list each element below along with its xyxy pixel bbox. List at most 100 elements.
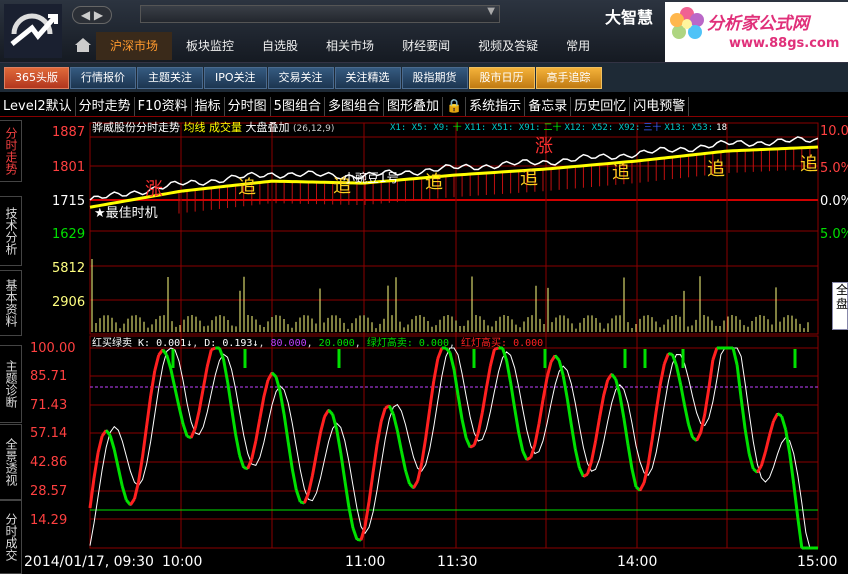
signal-label: 追 (238, 177, 256, 198)
ma-label: X1: X5: X9: (390, 123, 450, 133)
ma-label: 十 (452, 123, 462, 133)
kd-color-segment (149, 370, 157, 397)
kd-color-segment (618, 394, 626, 419)
chart-area[interactable]: 1887 1801 1715 1629 5812 2906 10.0% 5.0% 0.0% 5.0… (0, 0, 848, 574)
kd-color-segment (319, 416, 327, 433)
kd-color-segment (254, 418, 262, 442)
kd-color-segment (739, 398, 747, 430)
signal-label: 追 (425, 172, 443, 193)
kd-color-segment (258, 396, 266, 419)
kd-color-segment (703, 388, 711, 415)
kd-color-segment (404, 469, 411, 485)
price-axis-label: 1629 (52, 227, 85, 242)
time-axis-label: 14:00 (617, 554, 657, 570)
kd-color-segment (226, 381, 234, 409)
kd-color-segment (145, 395, 153, 427)
signal-label: 追 (612, 162, 630, 183)
overlay-params: (26,12,9) (293, 124, 335, 134)
kd-color-segment (88, 477, 96, 509)
kd-color-segment (104, 429, 112, 437)
price-axis-label: 1801 (52, 160, 85, 175)
indicator-axis-label: 71.43 (30, 398, 67, 413)
kd-color-segment (120, 486, 128, 501)
kd-color-segment (302, 492, 310, 504)
indicator-axis-label: 42.86 (30, 455, 67, 470)
ma-label: X12: X52: X92: (564, 123, 641, 133)
signal-label: 追 (800, 154, 818, 175)
kd-color-segment (630, 468, 638, 488)
kd-color-segment (573, 448, 581, 469)
floating-popup[interactable]: 全盘 (832, 282, 848, 330)
kd-color-segment (310, 453, 318, 476)
kd-color-segment (526, 456, 532, 462)
kd-color-segment (699, 413, 707, 433)
signal-label: 追 (707, 159, 725, 180)
kd-color-segment (420, 438, 428, 464)
kd-color-segment (533, 423, 541, 445)
kd-color-segment (788, 453, 796, 485)
upper-panel-frame (89, 122, 819, 335)
kd-color-segment (614, 378, 622, 396)
price-axis-label: 1715 (52, 194, 85, 209)
kd-color-segment (610, 373, 617, 381)
ma-label: 18 (716, 123, 727, 133)
pct-axis-label: 0.0% (820, 194, 848, 209)
kd-color-segment (658, 363, 666, 385)
kd-color-segment (557, 359, 565, 376)
kd-color-segment (96, 435, 104, 453)
time-axis-label: 11:30 (437, 554, 477, 570)
kd-color-segment (262, 379, 270, 398)
kd-color-segment (169, 369, 177, 389)
kd-color-segment (537, 399, 545, 425)
kd-color-segment (501, 347, 509, 361)
kd-color-segment (792, 483, 800, 518)
avg-line-label: 均线 (183, 121, 206, 134)
kd-color-segment (201, 366, 209, 389)
kd-color-segment (695, 431, 703, 442)
kd-color-segment (367, 471, 375, 502)
kd-color-segment (424, 408, 432, 439)
ma-legend: X1: X5: X9: 十 X11: X51: X91: 二十 X12: X52: X9… (390, 120, 730, 133)
kd-color-segment (480, 388, 488, 413)
ma-label: X13: X53: (664, 123, 714, 133)
kd-color-segment (221, 358, 229, 382)
kd-color-segment (759, 451, 767, 467)
d-value: D: 0.193↓ (204, 338, 259, 349)
indicator-axis-label: 85.71 (30, 369, 67, 384)
kd-color-segment (290, 468, 298, 491)
kd-color-segment (674, 365, 682, 385)
kd-color-segment (250, 440, 258, 460)
time-axis-label: 15:00 (797, 554, 837, 570)
kd-color-segment (735, 364, 743, 399)
time-axis-label: 10:00 (162, 554, 202, 570)
indicator-axis-label: 14.29 (30, 513, 67, 528)
indicator-title: 红买绿卖 (92, 338, 132, 349)
kd-color-segment (395, 430, 403, 452)
kd-color-segment (379, 407, 387, 422)
kd-color-segment (238, 455, 246, 469)
kd-color-segment (165, 354, 173, 370)
kd-color-segment (561, 375, 569, 399)
kd-color-segment (391, 413, 399, 431)
kd-color-segment (626, 443, 634, 469)
stock-chart-title: 骅威股份分时走势 (92, 121, 180, 134)
kd-color-segment (173, 387, 181, 407)
pct-axis-label: 10.0% (820, 124, 848, 139)
kd-color-segment (112, 449, 120, 469)
ma-label: X11: X51: X91: (464, 123, 541, 133)
time-axis-label: 2014/01/17, 09:30 (24, 554, 154, 570)
kd-color-segment (133, 481, 140, 500)
stock-tag-label: 小豌豆1号 (343, 170, 399, 185)
kd-color-segment (230, 407, 238, 435)
signal-label: 涨 (145, 179, 163, 200)
kd-color-segment (448, 352, 456, 370)
kd-color-segment (141, 425, 149, 457)
kd-color-segment (375, 421, 383, 445)
kd-color-segment (763, 435, 771, 453)
kd-color-segment (399, 450, 407, 471)
kd-color-segment (662, 353, 670, 365)
kd-color-segment (137, 456, 145, 483)
kd-color-segment (622, 417, 630, 445)
kd-color-segment (731, 347, 739, 366)
kd-color-segment (193, 410, 201, 429)
